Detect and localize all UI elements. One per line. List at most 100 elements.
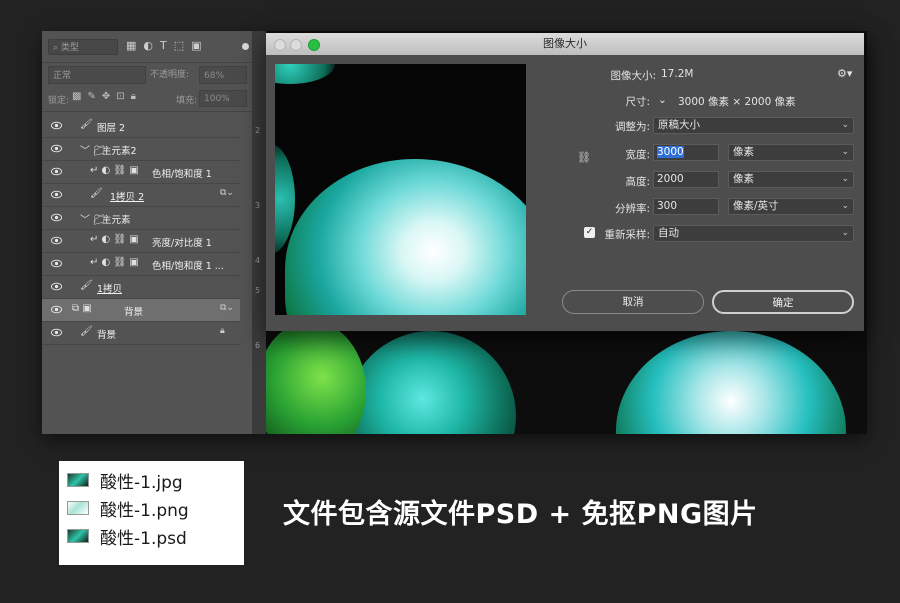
- zoom-button[interactable]: [308, 39, 320, 51]
- fill-label: 填充:: [176, 96, 198, 106]
- smart-object-badge-icon: ⧉⌄: [220, 303, 234, 313]
- file-name: 酸性-1.png: [100, 500, 189, 521]
- visibility-eye-icon[interactable]: [51, 190, 62, 199]
- ruler-label: 3: [255, 201, 261, 210]
- opacity-label: 不透明度:: [150, 70, 190, 80]
- visibility-eye-icon[interactable]: [51, 305, 62, 314]
- visibility-eye-icon[interactable]: [51, 144, 62, 153]
- chevron-down-icon: ⌄: [841, 147, 849, 157]
- image-size-dialog: 图像大小 图像大小: 17.2M ⚙▾ 尺寸: ⌄ 3000 像素 × 2000…: [266, 33, 864, 331]
- width-input[interactable]: 3000: [653, 144, 719, 161]
- layer-row[interactable]: ⧉ ▣ 背景 ⧉⌄: [42, 299, 240, 322]
- lock-paint-icon[interactable]: ✎: [87, 91, 95, 102]
- resolution-label: 分辨率:: [614, 203, 650, 215]
- opacity-input[interactable]: 68%: [199, 66, 247, 84]
- lock-label: 锁定:: [48, 96, 70, 106]
- png-thumbnail-icon: [67, 501, 89, 515]
- lock-all-icon[interactable]: 🔒︎: [131, 91, 136, 102]
- visibility-eye-icon[interactable]: [51, 167, 62, 176]
- resample-label: 重新采样:: [604, 229, 650, 241]
- file-item[interactable]: 酸性-1.jpg: [67, 468, 183, 493]
- resolution-unit: 像素/英寸: [733, 200, 779, 212]
- smart-object-badge-icon: ⧉⌄: [220, 188, 234, 198]
- layer-row[interactable]: ﹀ 📁︎ 主元素: [42, 207, 240, 230]
- blend-mode-select[interactable]: 正常: [48, 66, 146, 84]
- visibility-eye-icon[interactable]: [51, 328, 62, 337]
- smart-object-icon: ⧉ ▣: [72, 303, 92, 314]
- visibility-eye-icon[interactable]: [51, 282, 62, 291]
- divider: [42, 62, 266, 63]
- visibility-eye-icon[interactable]: [51, 121, 62, 130]
- layer-row[interactable]: ↵ ◐ ⛓ ▣ 色相/饱和度 1 ...: [42, 253, 240, 276]
- cancel-button[interactable]: 取消: [562, 290, 704, 314]
- image-size-value: 17.2M: [661, 68, 694, 80]
- dialog-title-bar: 图像大小: [266, 33, 864, 55]
- resample-select[interactable]: 自动 ⌄: [653, 225, 854, 242]
- smart-filter-icon[interactable]: ▣: [191, 39, 201, 52]
- height-input[interactable]: 2000: [653, 171, 719, 188]
- resolution-unit-select[interactable]: 像素/英寸 ⌄: [728, 198, 854, 215]
- shape-filter-icon[interactable]: ⬚: [174, 39, 184, 52]
- layer-row[interactable]: 🖌︎ 图层 2: [42, 115, 240, 138]
- file-name: 酸性-1.psd: [100, 528, 187, 549]
- pixel-filter-icon[interactable]: ▦: [126, 39, 136, 52]
- adjustment-filter-icon[interactable]: ◐: [143, 39, 153, 52]
- layer-row[interactable]: ↵ ◐ ⛓ ▣ 亮度/对比度 1: [42, 230, 240, 253]
- lock-icons: ▩ ✎ ✥ ⊡ 🔒︎: [72, 91, 136, 102]
- gear-icon[interactable]: ⚙▾: [837, 67, 852, 80]
- ruler-label: 2: [255, 126, 261, 135]
- visibility-eye-icon[interactable]: [51, 259, 62, 268]
- resample-value: 自动: [658, 227, 679, 239]
- layer-name: 色相/饱和度 1 ...: [152, 261, 224, 272]
- image-size-label: 图像大小:: [610, 70, 656, 82]
- ok-button[interactable]: 确定: [712, 290, 854, 314]
- file-list: 酸性-1.jpg 酸性-1.png 酸性-1.psd: [59, 461, 244, 565]
- layer-name: 亮度/对比度 1: [152, 238, 212, 249]
- height-label: 高度:: [625, 176, 650, 188]
- layer-row[interactable]: ↵ ◐ ⛓ ▣ 色相/饱和度 1: [42, 161, 240, 184]
- file-name: 酸性-1.jpg: [100, 472, 183, 493]
- dimensions-label: 尺寸:: [625, 96, 650, 108]
- brush-icon: 🖌︎: [80, 326, 93, 337]
- file-item[interactable]: 酸性-1.png: [67, 496, 189, 521]
- image-preview[interactable]: [275, 64, 526, 315]
- promo-caption: 文件包含源文件PSD + 免抠PNG图片: [283, 499, 758, 530]
- layer-row[interactable]: ﹀ 📁︎ 主元素2: [42, 138, 240, 161]
- dialog-title: 图像大小: [543, 37, 587, 50]
- layer-row[interactable]: 🖌︎ 1拷贝 2 ⧉⌄: [42, 184, 240, 207]
- layer-name: 背景: [97, 330, 117, 341]
- layer-row[interactable]: 🖌︎ 背景 🔒︎: [42, 322, 240, 345]
- canvas-blob: [346, 331, 516, 434]
- fit-to-select[interactable]: 原稿大小 ⌄: [653, 117, 854, 134]
- layer-row[interactable]: 🖌︎ 1拷贝: [42, 276, 240, 299]
- layer-filter-dropdown[interactable]: ⌕ 类型: [48, 39, 118, 55]
- canvas-blob: [616, 331, 846, 434]
- ruler-label: 4: [255, 256, 261, 265]
- close-button[interactable]: [274, 39, 286, 51]
- dimensions-dropdown[interactable]: ⌄: [658, 94, 667, 106]
- file-item[interactable]: 酸性-1.psd: [67, 524, 187, 549]
- layers-panel: ⌕ 类型 ▦ ◐ T ⬚ ▣ 正常 不透明度: 68% 锁定: ▩ ✎ ✥ ⊡ …: [42, 31, 266, 434]
- filter-toggle[interactable]: [242, 43, 249, 50]
- height-unit-select[interactable]: 像素 ⌄: [728, 171, 854, 188]
- smart-object-icon: 🖌︎: [90, 188, 103, 199]
- ok-label: 确定: [772, 297, 794, 309]
- resolution-input[interactable]: 300: [653, 198, 719, 215]
- preview-blob: [275, 64, 335, 84]
- layer-name: 色相/饱和度 1: [152, 169, 212, 180]
- ruler-label: 5: [255, 286, 261, 295]
- visibility-eye-icon[interactable]: [51, 236, 62, 245]
- visibility-eye-icon[interactable]: [51, 213, 62, 222]
- fill-input[interactable]: 100%: [199, 90, 247, 107]
- type-filter-icon[interactable]: T: [160, 39, 167, 52]
- dimensions-value: 3000 像素 × 2000 像素: [678, 96, 796, 108]
- lock-move-icon[interactable]: ✥: [102, 91, 110, 102]
- layer-name: 图层 2: [97, 123, 126, 134]
- adjustment-layer-icon: ↵ ◐ ⛓ ▣: [90, 234, 139, 245]
- minimize-button[interactable]: [290, 39, 302, 51]
- lock-artboard-icon[interactable]: ⊡: [116, 91, 124, 102]
- filter-icons: ▦ ◐ T ⬚ ▣: [126, 39, 202, 52]
- lock-transparent-icon[interactable]: ▩: [72, 91, 81, 102]
- width-unit-select[interactable]: 像素 ⌄: [728, 144, 854, 161]
- lock-icon: 🔒︎: [220, 326, 225, 336]
